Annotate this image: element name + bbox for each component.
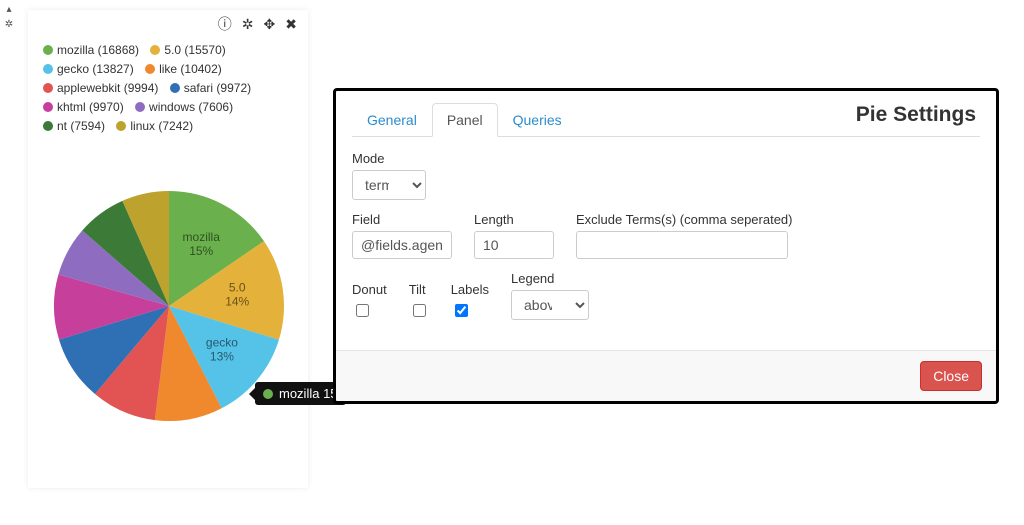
tab-panel[interactable]: Panel — [432, 103, 498, 137]
field-label: Field — [352, 212, 452, 227]
tab-queries[interactable]: Queries — [498, 103, 577, 137]
legend-item[interactable]: windows (7606) — [135, 98, 233, 117]
legend-swatch-icon — [145, 64, 155, 74]
labels-checkbox[interactable] — [455, 304, 468, 317]
tooltip-swatch-icon — [263, 389, 273, 399]
length-label: Length — [474, 212, 554, 227]
slice-label: mozilla — [183, 230, 221, 244]
legend-swatch-icon — [43, 83, 53, 93]
mode-select[interactable]: terms — [352, 170, 426, 200]
close-button[interactable]: Close — [920, 361, 982, 391]
legend-swatch-icon — [43, 64, 53, 74]
donut-checkbox[interactable] — [356, 304, 369, 317]
tilt-checkbox[interactable] — [413, 304, 426, 317]
field-input[interactable] — [352, 231, 452, 259]
modal-footer: Close — [336, 350, 996, 401]
legend-swatch-icon — [150, 45, 160, 55]
legend-item[interactable]: like (10402) — [145, 60, 222, 79]
info-icon[interactable]: ⓘ — [218, 14, 232, 34]
pie-chart: mozilla15%5.014%gecko13% mozilla 15 — [29, 146, 309, 476]
settings-modal: Pie Settings General Panel Queries Mode … — [333, 88, 999, 404]
tooltip-text: mozilla 15 — [279, 386, 338, 401]
mode-label: Mode — [352, 151, 426, 166]
gear-icon[interactable]: ✲ — [5, 19, 13, 30]
sidebar-mini: ▴ ✲ — [2, 4, 16, 30]
slice-label: 5.0 — [229, 281, 246, 295]
legend-swatch-icon — [135, 102, 145, 112]
legend-item[interactable]: mozilla (16868) — [43, 41, 139, 60]
slice-pct: 14% — [225, 295, 249, 309]
legend-item[interactable]: linux (7242) — [116, 117, 193, 136]
donut-label: Donut — [352, 282, 387, 297]
slice-label: gecko — [206, 335, 238, 349]
move-icon[interactable]: ✥ — [264, 16, 276, 33]
legend-item[interactable]: applewebkit (9994) — [43, 79, 158, 98]
legend-item[interactable]: khtml (9970) — [43, 98, 124, 117]
legend-swatch-icon — [43, 45, 53, 55]
length-input[interactable] — [474, 231, 554, 259]
collapse-up-icon[interactable]: ▴ — [6, 4, 11, 15]
exclude-input[interactable] — [576, 231, 788, 259]
pie-panel: ⓘ ✲ ✥ ✖ mozilla (16868) 5.0 (15570) geck… — [28, 10, 308, 488]
gear-icon[interactable]: ✲ — [242, 16, 254, 33]
legend-swatch-icon — [43, 121, 53, 131]
exclude-label: Exclude Terms(s) (comma seperated) — [576, 212, 793, 227]
legend-swatch-icon — [43, 102, 53, 112]
close-icon[interactable]: ✖ — [285, 16, 297, 33]
slice-pct: 15% — [189, 244, 213, 258]
legend-item[interactable]: nt (7594) — [43, 117, 105, 136]
legend-item[interactable]: 5.0 (15570) — [150, 41, 225, 60]
legend-item[interactable]: safari (9972) — [170, 79, 251, 98]
labels-label: Labels — [451, 282, 489, 297]
legend-select[interactable]: above — [511, 290, 589, 320]
panel-toolbar: ⓘ ✲ ✥ ✖ — [29, 11, 307, 37]
legend-swatch-icon — [170, 83, 180, 93]
legend-item[interactable]: gecko (13827) — [43, 60, 134, 79]
legend-swatch-icon — [116, 121, 126, 131]
legend: mozilla (16868) 5.0 (15570) gecko (13827… — [29, 37, 307, 146]
slice-pct: 13% — [210, 349, 234, 363]
modal-title: Pie Settings — [856, 103, 976, 127]
chart-tooltip: mozilla 15 — [255, 382, 346, 405]
tilt-label: Tilt — [409, 282, 426, 297]
tab-general[interactable]: General — [352, 103, 432, 137]
legend-label: Legend — [511, 271, 554, 286]
